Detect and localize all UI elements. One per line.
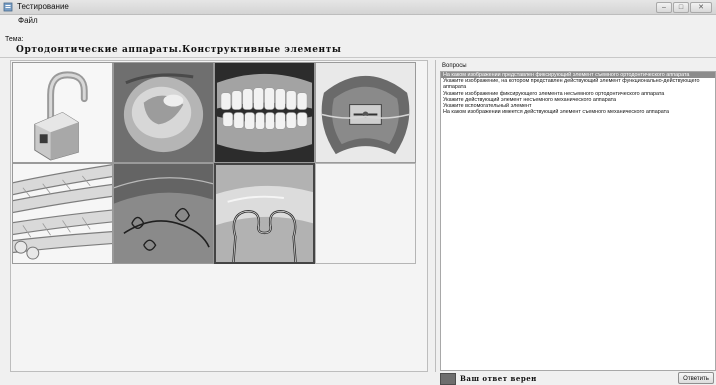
tooth-crown-image bbox=[114, 63, 213, 162]
image-option-dentures[interactable] bbox=[214, 62, 315, 163]
image-option-empty bbox=[315, 163, 416, 264]
image-option-wire-loops[interactable] bbox=[113, 163, 214, 264]
palatal-plate-image bbox=[316, 63, 415, 162]
title-bar: Тестирование – □ ✕ bbox=[0, 0, 716, 15]
status-text: Ваш ответ верен bbox=[460, 374, 537, 383]
status-indicator bbox=[440, 373, 456, 385]
menu-bar: Файл bbox=[0, 15, 716, 27]
image-option-padlock[interactable] bbox=[12, 62, 113, 163]
questions-label: Вопросы bbox=[442, 63, 467, 69]
omega-spring-image bbox=[216, 165, 313, 262]
window-title: Тестирование bbox=[17, 2, 69, 11]
divider bbox=[0, 57, 716, 58]
minimize-button[interactable]: – bbox=[656, 2, 672, 13]
image-option-omega-spring[interactable] bbox=[214, 163, 315, 264]
image-grid bbox=[12, 62, 418, 266]
theme-value: Ортодонтические аппараты.Конструктивные … bbox=[16, 45, 342, 55]
questions-list[interactable]: На каком изображении представлен фиксиру… bbox=[440, 71, 716, 371]
wire-loops-image bbox=[114, 164, 213, 263]
image-option-palatal-plate[interactable] bbox=[315, 62, 416, 163]
maximize-button[interactable]: □ bbox=[673, 2, 689, 13]
dentures-image bbox=[215, 63, 314, 162]
answer-button[interactable]: Ответить bbox=[678, 372, 714, 384]
question-item[interactable]: Укажите изображение, на котором представ… bbox=[441, 78, 713, 90]
padlock-image bbox=[34, 71, 88, 161]
close-button[interactable]: ✕ bbox=[690, 2, 712, 13]
menu-file[interactable]: Файл bbox=[18, 15, 38, 27]
theme-label: Тема: bbox=[5, 36, 24, 43]
image-option-tooth-crown[interactable] bbox=[113, 62, 214, 163]
image-panel bbox=[10, 60, 428, 372]
app-icon bbox=[3, 2, 13, 12]
twisted-wire-image bbox=[13, 164, 112, 260]
questions-panel: Вопросы На каком изображении представлен… bbox=[435, 60, 716, 372]
image-option-twisted-wire[interactable] bbox=[12, 163, 113, 264]
question-item[interactable]: На каком изображении имеется действующий… bbox=[441, 109, 715, 115]
